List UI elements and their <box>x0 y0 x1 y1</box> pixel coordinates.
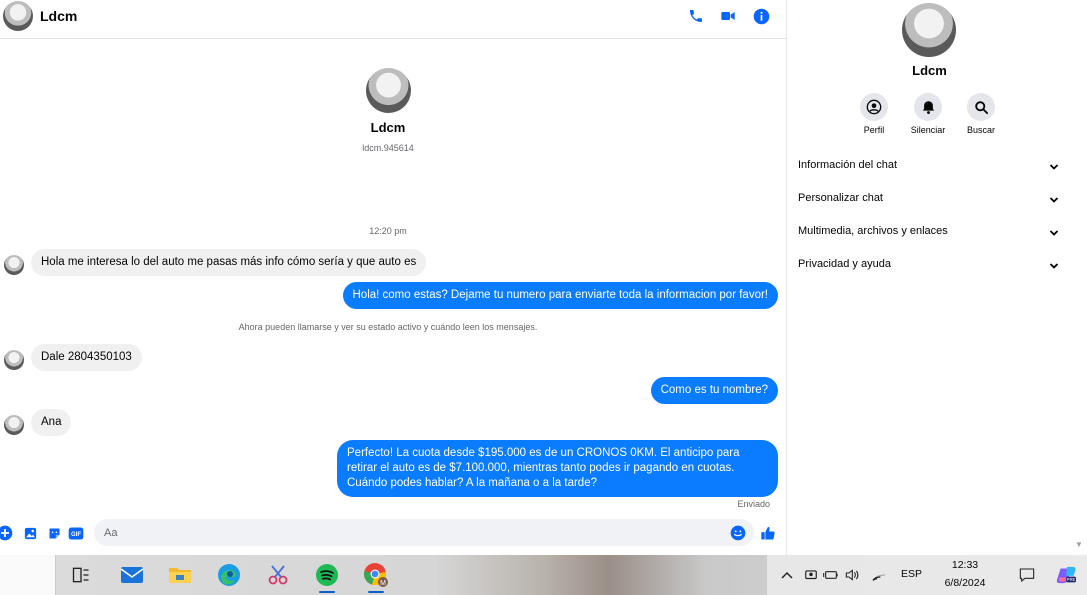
message-incoming[interactable]: Dale 2804350103 <box>31 344 142 371</box>
mute-label: Silenciar <box>910 125 946 135</box>
message-outgoing[interactable]: Hola! como estas? Dejame tu numero para … <box>342 282 778 309</box>
svg-text:GIF: GIF <box>71 532 81 538</box>
search-button[interactable]: Buscar <box>951 93 1011 135</box>
section-media-files-links[interactable]: Multimedia, archivos y enlaces <box>798 225 1063 245</box>
section-label: Multimedia, archivos y enlaces <box>798 225 948 237</box>
language-indicator[interactable]: ESP <box>901 568 922 580</box>
profile-name: Ldcm <box>370 120 406 135</box>
edge-browser-icon[interactable] <box>213 559 245 591</box>
svg-text:PRE: PRE <box>1067 577 1076 582</box>
thumbs-up-icon[interactable] <box>760 525 776 541</box>
profile-avatar[interactable] <box>366 68 411 113</box>
phone-icon[interactable] <box>686 6 706 26</box>
sender-avatar[interactable] <box>4 350 24 370</box>
svg-text:M: M <box>380 580 386 587</box>
chat-info-panel: Ldcm Perfil Silenciar Buscar Información… <box>786 0 1071 555</box>
message-incoming[interactable]: Hola me interesa lo del auto me pasas má… <box>31 249 427 276</box>
section-label: Privacidad y ayuda <box>798 258 891 270</box>
mail-app-icon[interactable] <box>116 559 148 591</box>
panel-contact-name: Ldcm <box>912 63 947 78</box>
message-incoming[interactable]: Ana <box>31 409 72 436</box>
clock-date[interactable]: 6/8/2024 <box>931 577 999 589</box>
message-outgoing[interactable]: Como es tu nombre? <box>650 377 778 404</box>
profile-username: ldcm.945614 <box>362 143 414 153</box>
task-view-icon[interactable] <box>65 559 97 591</box>
emoji-icon[interactable] <box>730 525 746 541</box>
mute-button[interactable]: Silenciar <box>898 93 958 135</box>
search-icon <box>967 93 995 121</box>
meet-now-icon[interactable] <box>803 567 819 583</box>
chat-panel: Ldcm Ldcm ldcm.945614 12:20 pm Hola me i… <box>0 0 786 555</box>
message-input[interactable] <box>94 519 754 546</box>
chat-notice: Ahora pueden llamarse y ver su estado ac… <box>238 322 538 332</box>
sender-avatar[interactable] <box>4 255 24 275</box>
section-chat-info[interactable]: Información del chat <box>798 159 1063 179</box>
message-timestamp: 12:20 pm <box>369 226 407 236</box>
chrome-browser-icon[interactable]: M <box>360 559 392 593</box>
chevron-down-icon <box>1049 263 1059 269</box>
sent-status: Enviado <box>737 499 770 509</box>
profile-icon <box>860 93 888 121</box>
sender-avatar[interactable] <box>4 415 24 435</box>
chat-header: Ldcm <box>0 0 786 39</box>
gif-icon[interactable]: GIF <box>68 525 84 541</box>
chevron-down-icon <box>1049 230 1059 236</box>
chevron-up-icon[interactable] <box>779 567 795 583</box>
notifications-icon[interactable] <box>1019 567 1035 583</box>
composer: GIF <box>0 517 786 549</box>
plus-icon[interactable] <box>0 525 13 541</box>
windows-taskbar: M ESP 12:33 6/8/2024 PRE <box>0 555 1087 595</box>
spotify-icon[interactable] <box>311 559 343 593</box>
scroll-down-arrow-icon[interactable]: ▼ <box>1075 540 1083 549</box>
message-outgoing[interactable]: Perfecto! La cuota desde $195.000 es de … <box>337 440 778 497</box>
profile-label: Perfil <box>863 125 885 135</box>
chevron-down-icon <box>1049 164 1059 170</box>
image-icon[interactable] <box>22 525 38 541</box>
sticker-icon[interactable] <box>46 525 62 541</box>
section-privacy-help[interactable]: Privacidad y ayuda <box>798 258 1063 278</box>
volume-icon[interactable] <box>845 567 861 583</box>
taskbar-search-box[interactable] <box>0 555 56 595</box>
info-icon[interactable] <box>751 6 771 26</box>
messenger-app: Ldcm Ldcm ldcm.945614 12:20 pm Hola me i… <box>0 0 1087 595</box>
section-label: Personalizar chat <box>798 192 883 204</box>
snipping-tool-icon[interactable] <box>262 559 294 591</box>
section-customize-chat[interactable]: Personalizar chat <box>798 192 1063 212</box>
section-label: Información del chat <box>798 159 898 171</box>
copilot-icon[interactable]: PRE <box>1055 566 1079 584</box>
video-call-icon[interactable] <box>718 6 738 26</box>
chevron-down-icon <box>1049 197 1059 203</box>
contact-avatar[interactable] <box>3 1 33 31</box>
bell-icon <box>914 93 942 121</box>
clock-time[interactable]: 12:33 <box>939 559 991 571</box>
scrollbar[interactable]: ▼ <box>1071 0 1087 555</box>
profile-button[interactable]: Perfil <box>844 93 904 135</box>
battery-icon[interactable] <box>823 567 839 583</box>
contact-name[interactable]: Ldcm <box>40 8 77 24</box>
search-label: Buscar <box>966 125 995 135</box>
system-tray: ESP 12:33 6/8/2024 PRE <box>767 555 1087 595</box>
wifi-icon[interactable] <box>871 567 887 583</box>
panel-avatar[interactable] <box>902 3 956 57</box>
file-explorer-icon[interactable] <box>164 559 196 591</box>
